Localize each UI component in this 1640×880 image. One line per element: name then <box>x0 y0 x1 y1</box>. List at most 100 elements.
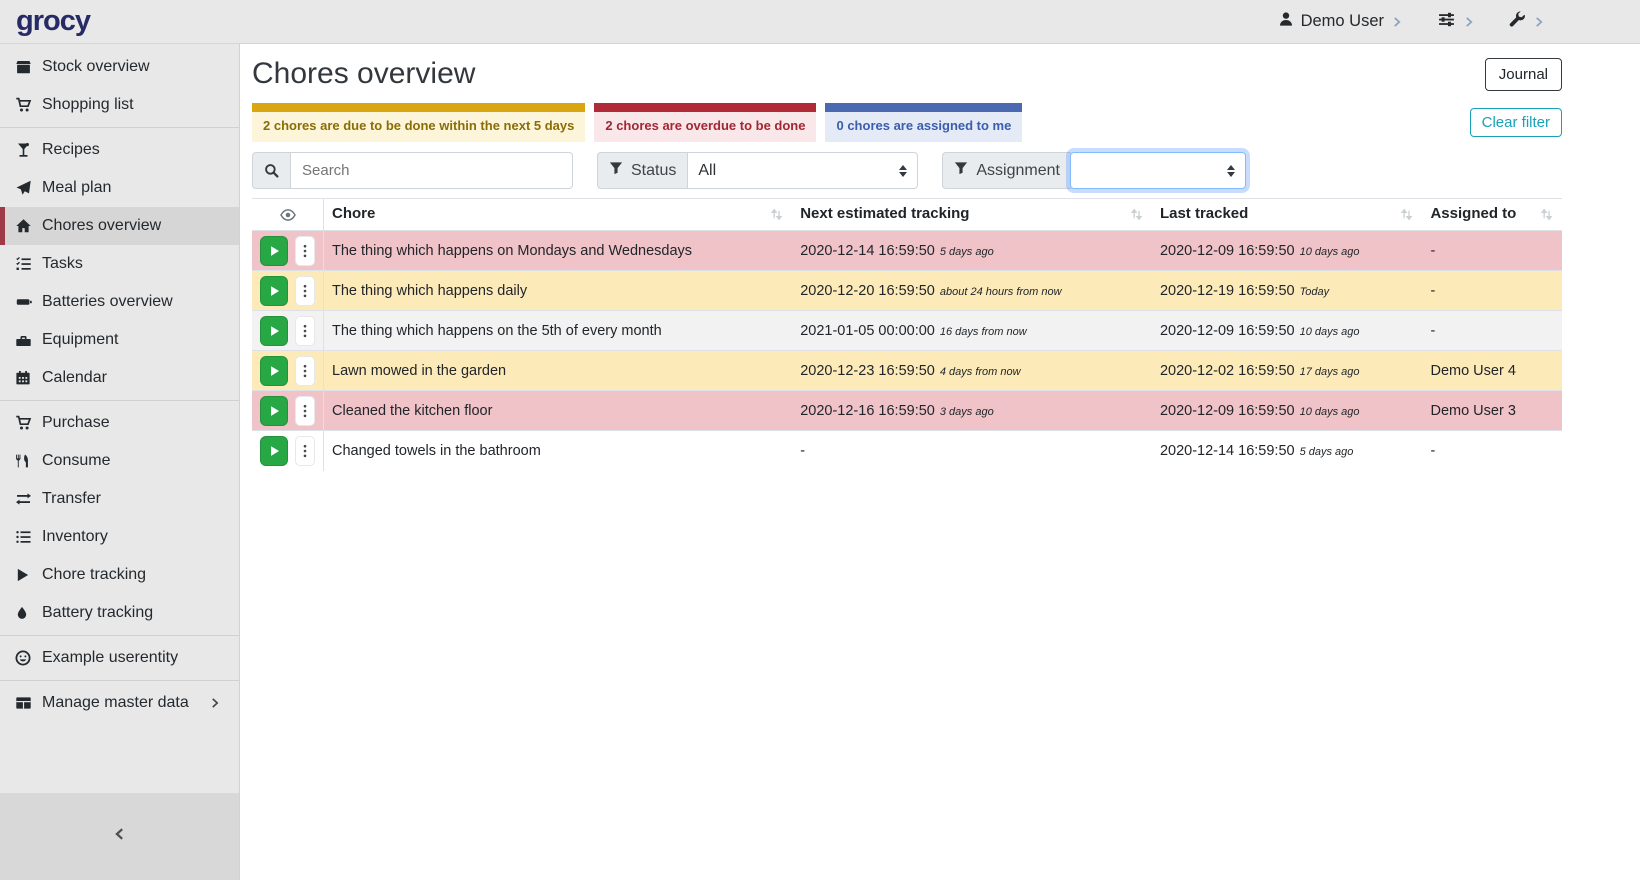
sidebar-item-equipment[interactable]: Equipment <box>0 321 239 359</box>
row-menu-button[interactable] <box>295 276 315 306</box>
chevron-right-icon <box>1463 16 1475 28</box>
column-visibility-toggle[interactable] <box>252 199 324 231</box>
app-logo[interactable]: grocy <box>0 5 240 38</box>
sidebar-item-recipes[interactable]: Recipes <box>0 131 239 169</box>
next-tracking-timestamp: - <box>800 443 805 459</box>
row-menu-button[interactable] <box>295 396 315 426</box>
glass-icon <box>15 142 33 158</box>
status-filter-value: All <box>698 162 716 180</box>
sliders-icon <box>1437 11 1456 33</box>
sidebar-item-shopping-list[interactable]: Shopping list <box>0 86 239 124</box>
sidebar-item-batteries-overview[interactable]: Batteries overview <box>0 283 239 321</box>
chevron-left-icon <box>113 827 127 846</box>
select-caret-icon <box>899 165 907 177</box>
due-soon-banner: 2 chores are due to be done within the n… <box>252 103 585 142</box>
list-icon <box>15 529 33 545</box>
table-row: Lawn mowed in the garden 2020-12-23 16:5… <box>252 351 1562 391</box>
assigned-banner: 0 chores are assigned to me <box>825 103 1022 142</box>
droplet-icon <box>15 605 33 621</box>
sidebar-item-purchase[interactable]: Purchase <box>0 404 239 442</box>
sidebar-divider <box>0 127 239 128</box>
track-chore-button[interactable] <box>260 316 288 346</box>
filter-icon <box>954 161 968 180</box>
assignment-filter-group: Assignment <box>942 152 1246 189</box>
toolbox-icon <box>15 332 33 348</box>
clear-filter-button[interactable]: Clear filter <box>1470 108 1562 137</box>
row-menu-button[interactable] <box>295 316 315 346</box>
cart-icon <box>15 97 33 113</box>
sidebar-item-label: Recipes <box>42 141 100 159</box>
sidebar-item-label: Chore tracking <box>42 566 146 584</box>
sidebar-divider <box>0 680 239 681</box>
track-chore-button[interactable] <box>260 356 288 386</box>
next-tracking-timestamp: 2021-01-05 00:00:00 <box>800 323 935 339</box>
table-row: The thing which happens on the 5th of ev… <box>252 311 1562 351</box>
sort-icon <box>1540 208 1554 225</box>
track-chore-button[interactable] <box>260 396 288 426</box>
journal-button[interactable]: Journal <box>1485 58 1562 91</box>
chore-name[interactable]: The thing which happens daily <box>324 271 793 311</box>
search-input[interactable] <box>290 152 573 189</box>
sidebar-item-example-userentity[interactable]: Example userentity <box>0 639 239 677</box>
overdue-banner: 2 chores are overdue to be done <box>594 103 816 142</box>
column-header-assigned-to[interactable]: Assigned to <box>1422 199 1562 231</box>
sidebar-item-battery-tracking[interactable]: Battery tracking <box>0 594 239 632</box>
next-tracking-timestamp: 2020-12-16 16:59:50 <box>800 403 935 419</box>
sidebar-item-consume[interactable]: Consume <box>0 442 239 480</box>
sidebar-item-label: Consume <box>42 452 110 470</box>
row-menu-button[interactable] <box>295 356 315 386</box>
sidebar-item-tasks[interactable]: Tasks <box>0 245 239 283</box>
sidebar: Stock overview Shopping list Recipes Mea… <box>0 44 240 880</box>
sidebar-item-chores-overview[interactable]: Chores overview <box>0 207 239 245</box>
sidebar-item-transfer[interactable]: Transfer <box>0 480 239 518</box>
assignment-filter-select[interactable] <box>1070 152 1246 189</box>
sidebar-item-manage-master-data[interactable]: Manage master data <box>0 684 239 722</box>
chores-table: Chore Next estimated tracking Last track… <box>252 198 1562 471</box>
home-icon <box>15 218 33 234</box>
user-menu[interactable]: Demo User <box>1278 11 1403 32</box>
last-tracked-timestamp: 2020-12-09 16:59:50 <box>1160 243 1295 259</box>
chevron-right-icon <box>1533 16 1545 28</box>
next-tracking-relative: about 24 hours from now <box>940 286 1062 298</box>
assigned-to: Demo User 3 <box>1422 391 1562 431</box>
next-tracking-timestamp: 2020-12-20 16:59:50 <box>800 283 935 299</box>
sidebar-item-calendar[interactable]: Calendar <box>0 359 239 397</box>
track-chore-button[interactable] <box>260 236 288 266</box>
chore-name[interactable]: Lawn mowed in the garden <box>324 351 793 391</box>
sidebar-item-meal-plan[interactable]: Meal plan <box>0 169 239 207</box>
assigned-to: - <box>1422 271 1562 311</box>
admin-menu[interactable] <box>1509 11 1545 33</box>
column-header-last-tracked[interactable]: Last tracked <box>1152 199 1423 231</box>
track-chore-button[interactable] <box>260 436 288 466</box>
sidebar-divider <box>0 400 239 401</box>
tasks-icon <box>15 256 33 272</box>
sidebar-item-inventory[interactable]: Inventory <box>0 518 239 556</box>
column-header-next-tracking[interactable]: Next estimated tracking <box>792 199 1152 231</box>
status-filter-select[interactable]: All <box>687 152 918 189</box>
chore-name[interactable]: Changed towels in the bathroom <box>324 431 793 471</box>
settings-menu[interactable] <box>1437 11 1475 33</box>
sidebar-item-label: Equipment <box>42 331 119 349</box>
chore-name[interactable]: The thing which happens on the 5th of ev… <box>324 311 793 351</box>
sidebar-collapse-button[interactable] <box>0 793 239 880</box>
sidebar-item-label: Inventory <box>42 528 108 546</box>
sidebar-item-stock-overview[interactable]: Stock overview <box>0 48 239 86</box>
sidebar-item-label: Purchase <box>42 414 110 432</box>
last-tracked-timestamp: 2020-12-09 16:59:50 <box>1160 323 1295 339</box>
search-icon <box>252 152 290 189</box>
row-menu-button[interactable] <box>295 436 315 466</box>
table-header-row: Chore Next estimated tracking Last track… <box>252 199 1562 231</box>
chore-name[interactable]: The thing which happens on Mondays and W… <box>324 231 793 271</box>
row-menu-button[interactable] <box>295 236 315 266</box>
next-tracking-relative: 16 days from now <box>940 326 1027 338</box>
table-row: Changed towels in the bathroom - 2020-12… <box>252 431 1562 471</box>
sidebar-item-chore-tracking[interactable]: Chore tracking <box>0 556 239 594</box>
chore-name[interactable]: Cleaned the kitchen floor <box>324 391 793 431</box>
assigned-to: - <box>1422 431 1562 471</box>
smiley-icon <box>15 650 33 666</box>
track-chore-button[interactable] <box>260 276 288 306</box>
sidebar-divider <box>0 635 239 636</box>
column-header-chore[interactable]: Chore <box>324 199 793 231</box>
sidebar-item-label: Manage master data <box>42 694 189 712</box>
table-row: The thing which happens daily 2020-12-20… <box>252 271 1562 311</box>
